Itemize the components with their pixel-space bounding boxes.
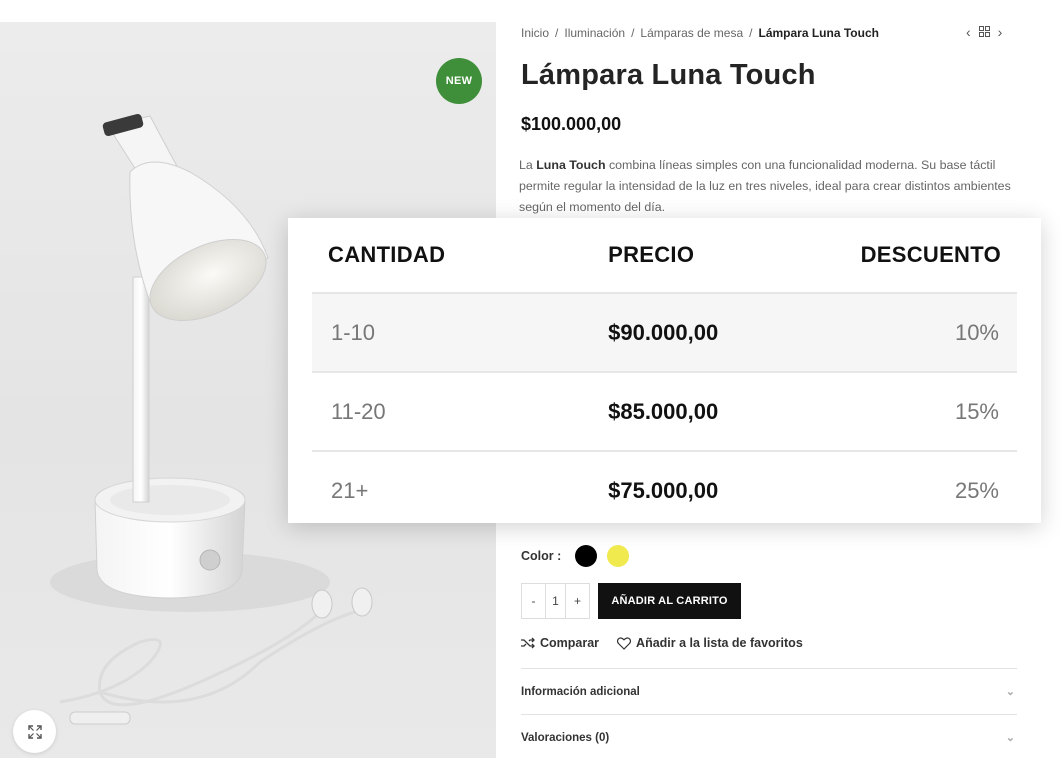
breadcrumb-separator: / — [631, 26, 635, 40]
row-price: $75.000,00 — [596, 450, 861, 530]
breadcrumb-separator: / — [749, 26, 753, 40]
description-highlight: Luna Touch — [536, 158, 606, 172]
column-header-discount: DESCUENTO — [860, 242, 1001, 267]
tab-reviews[interactable]: Valoraciones (0) ⌄ — [521, 714, 1017, 758]
tab-additional-info[interactable]: Información adicional ⌄ — [521, 668, 1017, 714]
tab-label: Valoraciones (0) — [521, 731, 610, 744]
breadcrumb-link-home[interactable]: Inicio — [521, 26, 549, 40]
table-row: 1-10 $90.000,00 10% — [312, 292, 1017, 372]
quantity-input[interactable]: 1 — [545, 584, 566, 618]
new-badge: NEW — [436, 58, 482, 104]
discount-table: CANTIDAD PRECIO DESCUENTO 1-10 $90.000,0… — [312, 218, 1017, 530]
row-discount: 10% — [860, 292, 1017, 372]
shuffle-icon — [521, 637, 535, 649]
column-header-price: PRECIO — [608, 242, 695, 267]
add-to-cart-button[interactable]: AÑADIR AL CARRITO — [598, 583, 741, 619]
breadcrumb-link-table-lamps[interactable]: Lámparas de mesa — [640, 26, 743, 40]
quantity-decrease-button[interactable]: - — [522, 584, 545, 618]
product-description: La Luna Touch combina líneas simples con… — [519, 158, 1011, 214]
compare-link[interactable]: Comparar — [521, 636, 599, 650]
product-title: Lámpara Luna Touch — [521, 59, 816, 91]
breadcrumb: Inicio / Iluminación / Lámparas de mesa … — [521, 26, 879, 40]
grid-icon[interactable] — [978, 24, 990, 40]
quantity-stepper: - 1 + — [521, 583, 590, 619]
expand-icon — [27, 724, 42, 739]
previous-product-icon[interactable]: ‹ — [966, 24, 971, 40]
wishlist-link[interactable]: Añadir a la lista de favoritos — [617, 636, 803, 650]
product-actions: Comparar Añadir a la lista de favoritos — [521, 636, 803, 650]
quantity-increase-button[interactable]: + — [566, 584, 589, 618]
row-quantity: 11-20 — [312, 371, 597, 451]
wishlist-label: Añadir a la lista de favoritos — [636, 636, 803, 650]
row-discount: 25% — [860, 450, 1017, 530]
color-swatch-yellow[interactable] — [607, 545, 630, 567]
product-price: $100.000,00 — [521, 114, 622, 134]
breadcrumb-separator: / — [555, 26, 559, 40]
row-price: $90.000,00 — [596, 292, 861, 372]
column-header-quantity: CANTIDAD — [328, 242, 446, 267]
row-quantity: 21+ — [312, 450, 597, 530]
row-discount: 15% — [860, 371, 1017, 451]
table-row: 11-20 $85.000,00 15% — [312, 371, 1017, 451]
chevron-down-icon: ⌄ — [1005, 732, 1015, 744]
color-selector: Color : — [521, 545, 630, 567]
row-quantity: 1-10 — [312, 292, 597, 372]
next-product-icon[interactable]: › — [998, 24, 1003, 40]
discount-table-card: CANTIDAD PRECIO DESCUENTO 1-10 $90.000,0… — [288, 218, 1041, 530]
compare-label: Comparar — [540, 636, 600, 650]
product-navigation: ‹ › — [966, 24, 1002, 40]
color-swatch-black[interactable] — [575, 545, 598, 567]
breadcrumb-current: Lámpara Luna Touch — [758, 26, 879, 40]
zoom-button[interactable] — [13, 710, 56, 753]
tab-label: Información adicional — [521, 685, 640, 698]
heart-icon — [617, 636, 632, 650]
chevron-down-icon: ⌄ — [1005, 686, 1015, 698]
breadcrumb-link-lighting[interactable]: Iluminación — [564, 26, 625, 40]
row-price: $85.000,00 — [596, 371, 861, 451]
color-label: Color : — [521, 549, 562, 563]
table-row: 21+ $75.000,00 25% — [312, 450, 1017, 530]
table-header-row: CANTIDAD PRECIO DESCUENTO — [312, 218, 1017, 293]
